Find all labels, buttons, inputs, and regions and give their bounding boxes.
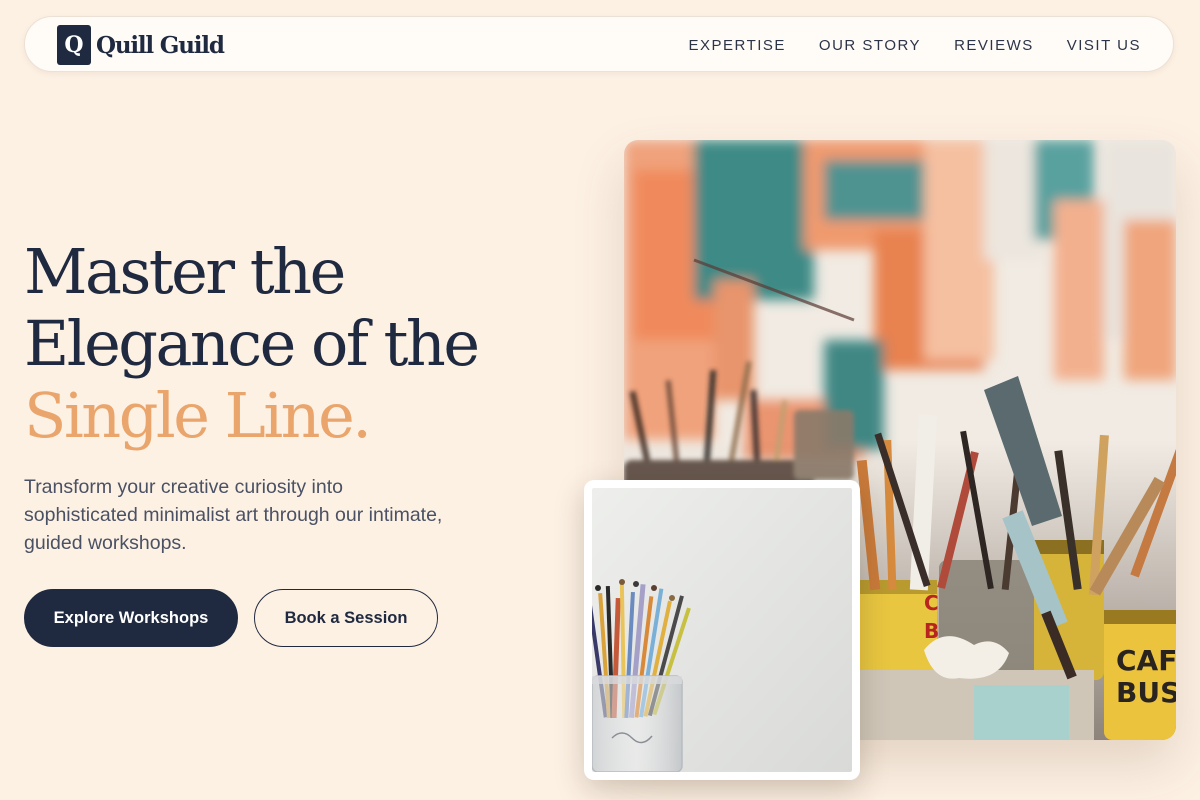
svg-text:C: C: [924, 591, 939, 615]
nav-menu: EXPERTISE OUR STORY REVIEWS VISIT US: [689, 17, 1142, 73]
hero-headline: Master the Elegance of the Single Line.: [24, 235, 480, 452]
nav-link-our-story[interactable]: OUR STORY: [819, 37, 921, 54]
headline-line-1: Master the: [24, 235, 346, 308]
top-navigation: Q Quill Guild EXPERTISE OUR STORY REVIEW…: [24, 16, 1174, 72]
brand-name: Quill Guild: [96, 31, 225, 59]
nav-link-visit-us[interactable]: VISIT US: [1067, 37, 1141, 54]
headline-line-2: Elegance of the: [24, 307, 480, 380]
logo-mark: Q: [57, 25, 91, 65]
book-session-button[interactable]: Book a Session: [254, 589, 438, 647]
hero-description: Transform your creative curiosity into s…: [24, 476, 443, 554]
hero-inset-image: [592, 488, 852, 772]
nav-link-expertise[interactable]: EXPERTISE: [689, 37, 786, 54]
svg-text:CAF: CAF: [1116, 644, 1176, 677]
nav-link-reviews[interactable]: REVIEWS: [954, 37, 1034, 54]
landing-page: Q Quill Guild EXPERTISE OUR STORY REVIEW…: [0, 0, 1200, 800]
svg-text:BUST: BUST: [1116, 676, 1176, 709]
explore-workshops-button[interactable]: Explore Workshops: [24, 589, 238, 647]
brand-logo[interactable]: Q Quill Guild: [57, 25, 225, 65]
headline-accent: Single Line.: [24, 379, 372, 452]
hero-inset-card: [584, 480, 860, 780]
